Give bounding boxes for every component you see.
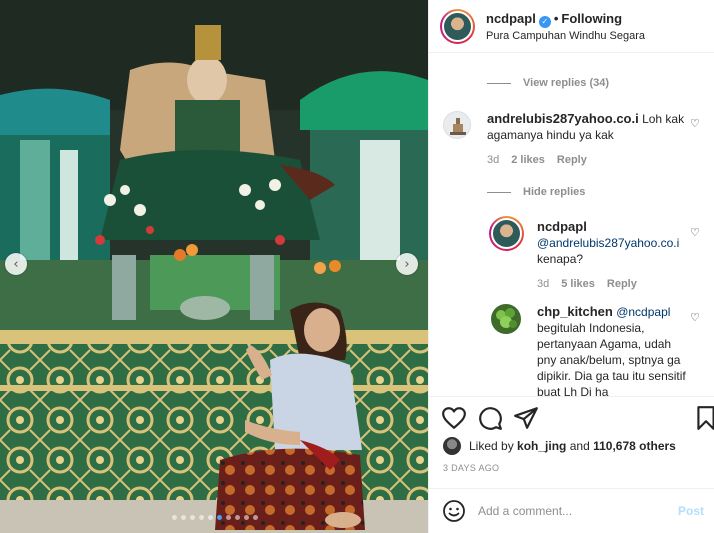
likes-summary: Liked by koh_jing and 110,678 others [443,437,676,455]
avatar[interactable] [443,437,461,455]
share-icon[interactable] [513,405,539,431]
previous-image-button[interactable]: ‹ [5,253,27,275]
post-image[interactable]: ‹ › [0,0,428,533]
comment-username[interactable]: chp_kitchen [537,304,613,319]
following-button[interactable]: Following [561,11,622,26]
comment-time[interactable]: 3d [537,276,549,292]
add-comment-bar: Post [429,488,714,533]
comment-text: kenapa? [537,252,584,266]
reply-button[interactable]: Reply [557,152,587,168]
carousel-dot [244,515,249,520]
post-side-panel: ncdpapl ✓ • Following Pura Campuhan Windhu … [428,0,714,533]
comment-username[interactable]: andrelubis287yahoo.co.i [487,111,639,126]
carousel-dot [181,515,186,520]
liked-by-count[interactable]: 110,678 others [593,439,676,453]
hide-replies-label: Hide replies [523,186,586,198]
view-replies-label: View replies (34) [523,77,610,89]
comment-input[interactable] [478,504,678,518]
temple-photo [0,0,428,533]
author-username-row: ncdpapl ✓ • Following [486,11,622,28]
reply-button[interactable]: Reply [607,276,637,292]
comment-text: begitulah Indonesia, pertanyaan Agama, u… [537,321,686,396]
location-link[interactable]: Pura Campuhan Windhu Segara [486,30,645,42]
avatar[interactable] [491,304,521,334]
comment-mention[interactable]: @andrelubis287yahoo.co.i [537,236,679,250]
post-actions: Liked by koh_jing and 110,678 others 3 D… [429,396,714,500]
comment-item: andrelubis287yahoo.co.i Loh kak agamanya… [487,111,687,168]
liked-by-user[interactable]: koh_jing [517,439,566,453]
comment-icon[interactable] [477,405,503,431]
follow-separator: • [553,11,559,26]
replies-divider [487,191,511,193]
liked-by-and: and [569,439,590,453]
like-comment-icon[interactable]: ♡ [690,226,700,239]
carousel-dot [190,515,195,520]
carousel-dot [199,515,204,520]
save-bookmark-icon[interactable] [693,405,714,431]
comment-item: ncdpapl @andrelubis287yahoo.co.i kenapa? … [537,219,687,292]
herb-avatar-icon [496,308,517,328]
avatar[interactable] [440,9,475,44]
avatar[interactable] [489,216,524,251]
like-comment-icon[interactable]: ♡ [690,311,700,324]
view-replies-button[interactable]: View replies (34) [487,77,609,89]
author-username[interactable]: ncdpapl [486,11,536,26]
post-comment-button[interactable]: Post [678,504,704,518]
comment-time[interactable]: 3d [487,152,499,168]
avatar[interactable] [443,111,471,139]
comment-item: chp_kitchen @ncdpapl begitulah Indonesia… [537,304,687,396]
carousel-dot [172,515,177,520]
next-image-button[interactable]: › [396,253,418,275]
comments-list[interactable]: View replies (34) andrelubis287yahoo.co.… [429,53,714,396]
carousel-dot [217,515,222,520]
carousel-dot [226,515,231,520]
carousel-dot [235,515,240,520]
carousel-dot [253,515,258,520]
verified-badge-icon: ✓ [538,16,551,28]
comment-username[interactable]: ncdpapl [537,219,587,234]
comment-likes[interactable]: 5 likes [561,276,595,292]
like-heart-icon[interactable] [441,405,467,431]
post-header: ncdpapl ✓ • Following Pura Campuhan Windhu … [429,0,714,53]
comment-likes[interactable]: 2 likes [511,152,545,168]
temple-avatar-icon [450,118,466,135]
replies-divider [487,82,511,84]
emoji-icon[interactable] [442,499,466,523]
carousel-dot [208,515,213,520]
hide-replies-button[interactable]: Hide replies [487,186,585,198]
comment-mention[interactable]: @ncdpapl [616,305,670,319]
liked-by-prefix: Liked by [469,439,514,453]
post-timestamp[interactable]: 3 DAYS AGO [443,463,499,473]
like-comment-icon[interactable]: ♡ [690,117,700,130]
carousel-indicator [172,515,258,520]
